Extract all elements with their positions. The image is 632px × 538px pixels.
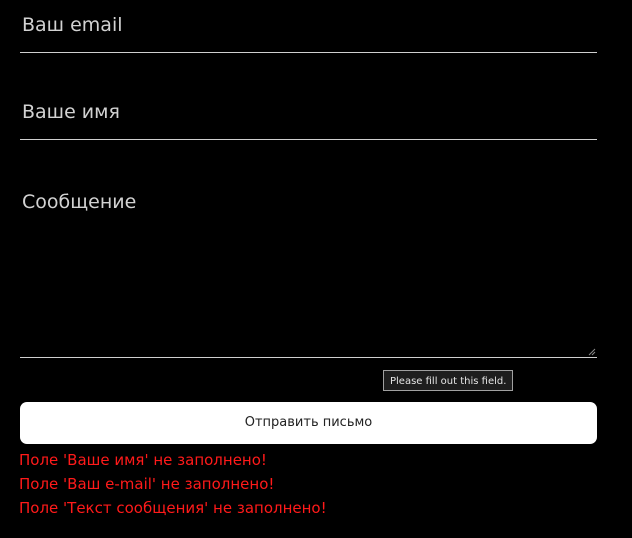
error-message: Поле 'Текст сообщения' не заполнено! <box>19 499 327 517</box>
error-message: Поле 'Ваш e-mail' не заполнено! <box>19 475 275 493</box>
name-field[interactable]: Ваше имя <box>20 86 597 140</box>
error-list: Поле 'Ваше имя' не заполнено! Поле 'Ваш … <box>19 448 327 520</box>
email-placeholder: Ваш email <box>22 14 123 36</box>
contact-form: Ваш email Ваше имя Сообщение Please fill… <box>0 0 632 538</box>
name-placeholder: Ваше имя <box>22 101 120 123</box>
email-field[interactable]: Ваш email <box>20 0 597 53</box>
message-placeholder: Сообщение <box>22 191 137 213</box>
error-message: Поле 'Ваше имя' не заполнено! <box>19 451 267 469</box>
send-button[interactable]: Отправить письмо <box>20 402 597 444</box>
validation-tooltip: Please fill out this field. <box>383 370 514 391</box>
message-textarea[interactable]: Сообщение <box>20 176 597 358</box>
resize-grip-icon[interactable] <box>588 348 596 356</box>
